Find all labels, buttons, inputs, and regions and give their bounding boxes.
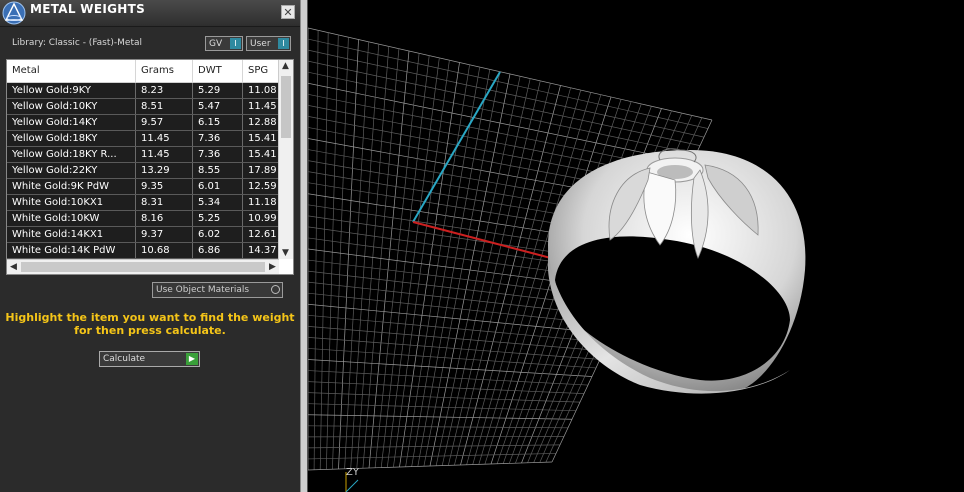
grams-cell: 11.45 bbox=[136, 147, 193, 162]
dwt-cell: 5.29 bbox=[193, 83, 243, 98]
metal-cell: White Gold:10KW bbox=[7, 211, 136, 226]
metal-table[interactable]: Metal Grams DWT SPG Yellow Gold:9KY 8.23 5… bbox=[6, 59, 294, 275]
spg-cell: 17.89 bbox=[248, 165, 277, 176]
dwt-cell: 5.34 bbox=[193, 195, 243, 210]
grams-cell: 9.35 bbox=[136, 179, 193, 194]
dwt-cell: 7.36 bbox=[193, 131, 243, 146]
table-row[interactable]: Yellow Gold:10KY 8.51 5.47 11.45 bbox=[7, 99, 279, 115]
table-row[interactable]: Yellow Gold:14KY 9.57 6.15 12.88 bbox=[7, 115, 279, 131]
grams-cell: 8.31 bbox=[136, 195, 193, 210]
metal-cell: Yellow Gold:18KY R... bbox=[7, 147, 136, 162]
column-header-metal[interactable]: Metal bbox=[7, 60, 136, 82]
table-row[interactable]: Yellow Gold:9KY 8.23 5.29 11.08 bbox=[7, 83, 279, 99]
metal-cell: White Gold:14KX1 bbox=[7, 227, 136, 242]
table-row[interactable]: Yellow Gold:18KY 11.45 7.36 15.41 bbox=[7, 131, 279, 147]
table-row[interactable]: White Gold:9K PdW 9.35 6.01 12.59 bbox=[7, 179, 279, 195]
app-logo-icon bbox=[2, 1, 26, 25]
dwt-cell: 6.86 bbox=[193, 243, 243, 258]
metal-cell: Yellow Gold:14KY bbox=[7, 115, 136, 130]
metal-cell: White Gold:10KX1 bbox=[7, 195, 136, 210]
metal-cell: White Gold:9K PdW bbox=[7, 179, 136, 194]
dwt-cell: 6.02 bbox=[193, 227, 243, 242]
calculate-button[interactable]: Calculate ▶ bbox=[99, 351, 200, 367]
use-object-materials-label: Use Object Materials bbox=[156, 285, 250, 295]
gv-toggle-indicator-icon: I bbox=[230, 38, 241, 49]
metal-cell: Yellow Gold:10KY bbox=[7, 99, 136, 114]
dwt-cell: 5.47 bbox=[193, 99, 243, 114]
spg-cell: 10.99 bbox=[248, 213, 277, 224]
y-axis-line bbox=[412, 71, 501, 223]
panel-splitter[interactable] bbox=[300, 0, 308, 492]
column-header-dwt[interactable]: DWT bbox=[193, 60, 243, 82]
grams-cell: 9.37 bbox=[136, 227, 193, 242]
vertical-scroll-thumb[interactable] bbox=[281, 76, 291, 138]
scroll-down-icon[interactable]: ▼ bbox=[279, 248, 292, 258]
table-row[interactable]: White Gold:14K PdW 10.68 6.86 14.37 bbox=[7, 243, 279, 259]
dwt-cell: 6.01 bbox=[193, 179, 243, 194]
table-header: Metal Grams DWT SPG bbox=[7, 60, 279, 83]
dwt-cell: 8.55 bbox=[193, 163, 243, 178]
spg-cell: 12.88 bbox=[248, 117, 277, 128]
spg-cell: 11.08 bbox=[248, 85, 277, 96]
instruction-text: Highlight the item you want to find the … bbox=[0, 311, 300, 337]
3d-viewport[interactable] bbox=[308, 0, 964, 492]
grams-cell: 8.16 bbox=[136, 211, 193, 226]
instruction-line-2: for then press calculate. bbox=[74, 324, 226, 337]
gv-toggle-label: GV bbox=[209, 39, 223, 49]
spg-cell: 12.61 bbox=[248, 229, 277, 240]
calculate-label: Calculate bbox=[103, 354, 146, 364]
user-toggle[interactable]: User I bbox=[246, 36, 291, 51]
grams-cell: 8.23 bbox=[136, 83, 193, 98]
ring-model[interactable] bbox=[548, 148, 806, 394]
user-toggle-label: User bbox=[250, 39, 271, 49]
metal-cell: Yellow Gold:22KY bbox=[7, 163, 136, 178]
spg-cell: 11.45 bbox=[248, 101, 277, 112]
metal-cell: Yellow Gold:18KY bbox=[7, 131, 136, 146]
table-row[interactable]: White Gold:10KW 8.16 5.25 10.99 bbox=[7, 211, 279, 227]
window-title: METAL WEIGHTS bbox=[30, 2, 146, 16]
radio-icon[interactable] bbox=[271, 285, 280, 294]
spg-cell: 15.41 bbox=[248, 133, 277, 144]
use-object-materials-option[interactable]: Use Object Materials bbox=[152, 282, 283, 298]
vertical-scrollbar[interactable]: ▲ ▼ bbox=[278, 60, 293, 259]
table-row[interactable]: Yellow Gold:18KY R... 11.45 7.36 15.41 bbox=[7, 147, 279, 163]
spg-cell: 15.41 bbox=[248, 149, 277, 160]
horizontal-scrollbar[interactable]: ◀ ▶ bbox=[7, 259, 279, 274]
scroll-left-icon[interactable]: ◀ bbox=[7, 262, 20, 272]
dwt-cell: 5.25 bbox=[193, 211, 243, 226]
spg-cell: 12.59 bbox=[248, 181, 277, 192]
table-row[interactable]: White Gold:14KX1 9.37 6.02 12.61 bbox=[7, 227, 279, 243]
grams-cell: 11.45 bbox=[136, 131, 193, 146]
grams-cell: 10.68 bbox=[136, 243, 193, 258]
column-header-grams[interactable]: Grams bbox=[136, 60, 193, 82]
axis-gizmo-label: ZY bbox=[346, 467, 359, 478]
title-bar: METAL WEIGHTS ✕ bbox=[0, 0, 300, 27]
gv-toggle[interactable]: GV I bbox=[205, 36, 243, 51]
metal-cell: White Gold:14K PdW bbox=[7, 243, 136, 258]
play-icon: ▶ bbox=[186, 353, 198, 365]
close-button[interactable]: ✕ bbox=[281, 5, 295, 19]
library-label: Library: Classic - (Fast)-Metal bbox=[12, 38, 143, 48]
grams-cell: 13.29 bbox=[136, 163, 193, 178]
spg-cell: 14.37 bbox=[248, 245, 277, 256]
scroll-right-icon[interactable]: ▶ bbox=[266, 262, 279, 272]
grams-cell: 8.51 bbox=[136, 99, 193, 114]
table-row[interactable]: Yellow Gold:22KY 13.29 8.55 17.89 bbox=[7, 163, 279, 179]
table-row[interactable]: White Gold:10KX1 8.31 5.34 11.18 bbox=[7, 195, 279, 211]
column-header-spg[interactable]: SPG bbox=[243, 60, 283, 82]
dwt-cell: 6.15 bbox=[193, 115, 243, 130]
metal-weights-panel: METAL WEIGHTS ✕ Library: Classic - (Fast… bbox=[0, 0, 300, 492]
instruction-line-1: Highlight the item you want to find the … bbox=[5, 311, 295, 324]
metal-cell: Yellow Gold:9KY bbox=[7, 83, 136, 98]
spg-cell: 11.18 bbox=[248, 197, 277, 208]
user-toggle-indicator-icon: I bbox=[278, 38, 289, 49]
horizontal-scroll-thumb[interactable] bbox=[21, 262, 265, 272]
scroll-up-icon[interactable]: ▲ bbox=[279, 61, 292, 71]
grams-cell: 9.57 bbox=[136, 115, 193, 130]
dwt-cell: 7.36 bbox=[193, 147, 243, 162]
